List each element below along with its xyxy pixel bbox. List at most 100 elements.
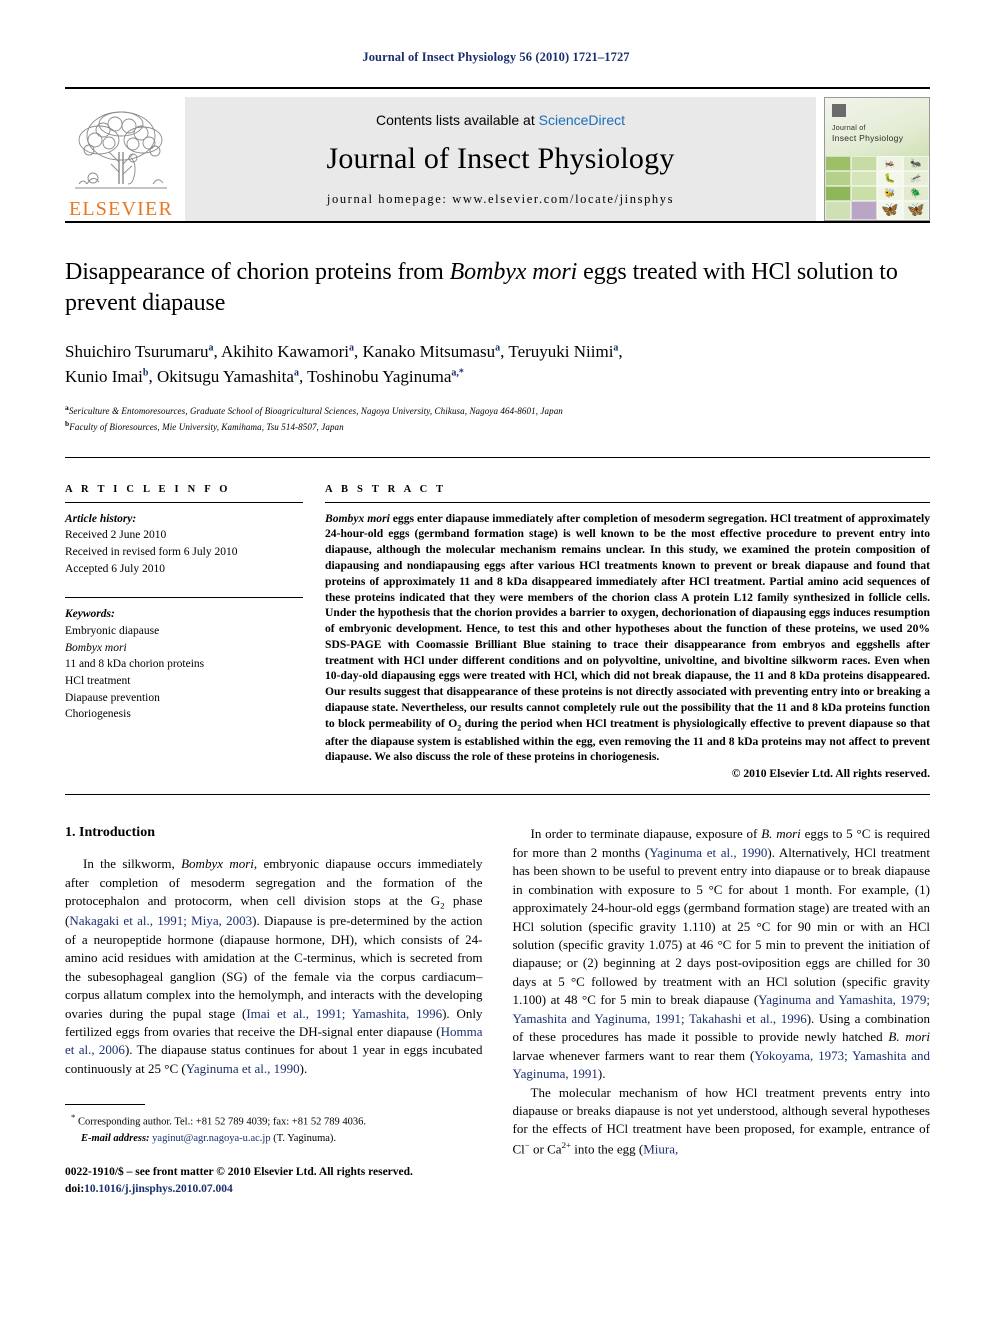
affiliation-a-text: Sericulture & Entomoresources, Graduate … xyxy=(68,405,563,416)
affiliation-b: bFaculty of Bioresources, Mie University… xyxy=(65,418,930,435)
affiliation-a: aSericulture & Entomoresources, Graduate… xyxy=(65,402,930,419)
p3-c: into the egg ( xyxy=(570,1141,644,1157)
abstract-bottom-rule xyxy=(65,794,930,796)
keyword-item: HCl treatment xyxy=(65,675,131,688)
abstract-heading: A B S T R A C T xyxy=(325,483,447,495)
history-item: Received in revised form 6 July 2010 xyxy=(65,546,238,559)
author-3: Kanako Mitsumasu xyxy=(362,342,496,362)
author-1: Shuichiro Tsurumaru xyxy=(65,342,209,362)
author-list: Shuichiro Tsurumarua, Akihito Kawamoria,… xyxy=(65,342,623,387)
author-2-affil: a xyxy=(348,342,354,354)
author-3-affil: a xyxy=(495,342,501,354)
article-info-rule xyxy=(65,501,303,503)
citation-link[interactable]: Nakagaki et al., 1991; Miya, 2003 xyxy=(69,913,252,928)
article-page: Journal of Insect Physiology 56 (2010) 1… xyxy=(0,0,992,1323)
journal-masthead: ELSEVIER Contents lists available at Sci… xyxy=(65,87,930,221)
keyword-item: 11 and 8 kDa chorion proteins xyxy=(65,658,205,671)
intro-paragraph-2: In order to terminate diapause, exposure… xyxy=(513,825,931,1083)
info-abstract-region: A R T I C L E I N F O Article history: R… xyxy=(65,483,930,781)
masthead-bottom-rule xyxy=(65,221,930,223)
affiliation-b-text: Faculty of Bioresources, Mie University,… xyxy=(69,422,344,433)
citation-link[interactable]: Yaginuma et al., 1990 xyxy=(186,1061,300,1076)
corresponding-author-text: Corresponding author. Tel.: +81 52 789 4… xyxy=(78,1116,366,1128)
journal-title: Journal of Insect Physiology xyxy=(326,141,675,175)
issn-copyright-block: 0022-1910/$ – see front matter © 2010 El… xyxy=(65,1164,483,1197)
author-7-affil: a,* xyxy=(451,367,464,379)
email-label: E-mail address: xyxy=(81,1132,150,1144)
author-5: Kunio Imai xyxy=(65,367,143,387)
email-link[interactable]: yaginut@agr.nagoya-u.ac.jp xyxy=(152,1133,270,1144)
abstract-column: A B S T R A C T Bombyx mori eggs enter d… xyxy=(325,483,930,781)
journal-homepage[interactable]: journal homepage: www.elsevier.com/locat… xyxy=(327,192,674,207)
author-5-affil: b xyxy=(142,367,149,379)
citation-link[interactable]: Yaginuma et al., 1990 xyxy=(649,845,767,860)
elsevier-tree-icon xyxy=(75,111,167,189)
p1-d: ). Diapause is pre-determined by the act… xyxy=(65,913,483,1021)
abstract-rule xyxy=(325,501,930,503)
issn-text: 0022-1910/$ – see front matter © 2010 El… xyxy=(65,1166,413,1179)
section-heading-introduction: 1. Introduction xyxy=(65,825,155,841)
doi-line: doi:10.1016/j.jinsphys.2010.07.004 xyxy=(65,1181,483,1198)
author-2: Akihito Kawamori xyxy=(221,342,349,362)
corresponding-author-footnote: * Corresponding author. Tel.: +81 52 789… xyxy=(65,1104,483,1146)
author-6: Okitsugu Yamashita xyxy=(156,367,294,387)
body-columns: 1. Introduction In the silkworm, Bombyx … xyxy=(65,825,930,1197)
cover-image-grid: 🦗 🐜 🐛 🦟 🐝 🪲 🦋 🦋 xyxy=(825,156,929,220)
p2-a: In order to terminate diapause, exposure… xyxy=(530,826,762,842)
email-suffix: (T. Yaginuma). xyxy=(270,1132,337,1144)
doi-label: doi: xyxy=(65,1183,85,1196)
p2-species-2: B. mori xyxy=(888,1029,930,1045)
sciencedirect-link[interactable]: ScienceDirect xyxy=(539,112,625,128)
keywords-block: Keywords: Embryonic diapause Bombyx mori… xyxy=(65,597,303,723)
contents-available-line: Contents lists available at ScienceDirec… xyxy=(376,112,625,128)
page-title: Disappearance of chorion proteins from B… xyxy=(65,257,930,318)
footnote-body: * Corresponding author. Tel.: +81 52 789… xyxy=(65,1111,483,1146)
p2-e: larvae whenever farmers want to rear the… xyxy=(512,1047,755,1063)
p3-b: or Ca xyxy=(529,1141,562,1157)
history-item: Accepted 6 July 2010 xyxy=(65,562,165,575)
body-column-left: 1. Introduction In the silkworm, Bombyx … xyxy=(65,825,483,1197)
article-history-label: Article history: xyxy=(65,512,137,525)
cover-title: Journal of Insect Physiology xyxy=(832,124,903,145)
abstract-body-part-1: eggs enter diapause immediately after co… xyxy=(325,511,930,730)
author-4: Teruyuki Niimi xyxy=(508,342,614,362)
footnote-rule xyxy=(65,1104,145,1106)
article-history: Article history: Received 2 June 2010 Re… xyxy=(65,511,303,578)
elsevier-wordmark: ELSEVIER xyxy=(68,198,174,220)
history-item: Received 2 June 2010 xyxy=(65,529,167,542)
intro-paragraph-1: In the silkworm, Bombyx mori, embryonic … xyxy=(65,855,483,1078)
keyword-item: Diapause prevention xyxy=(65,691,160,704)
doi-link[interactable]: 10.1016/j.jinsphys.2010.07.004 xyxy=(84,1183,233,1195)
keywords-label: Keywords: xyxy=(65,608,115,621)
cover-line-1: Journal of xyxy=(832,125,866,132)
running-head: Journal of Insect Physiology 56 (2010) 1… xyxy=(362,50,630,64)
body-column-right: In order to terminate diapause, exposure… xyxy=(513,825,931,1197)
p2-f: ). xyxy=(597,1066,606,1082)
author-6-affil: a xyxy=(293,367,299,379)
p1-a: In the silkworm, xyxy=(83,856,182,872)
author-4-affil: a xyxy=(613,342,619,354)
title-part-1: Disappearance of chorion proteins from xyxy=(65,259,450,285)
abstract-copyright: © 2010 Elsevier Ltd. All rights reserved… xyxy=(731,767,930,781)
elsevier-logo: ELSEVIER xyxy=(65,97,177,221)
footnote-mark: * xyxy=(71,1112,76,1123)
title-bottom-rule xyxy=(65,456,930,458)
citation-link[interactable]: Miura, xyxy=(643,1141,678,1156)
cover-publisher-mark-icon xyxy=(832,104,846,117)
article-info-column: A R T I C L E I N F O Article history: R… xyxy=(65,484,325,781)
journal-cover-thumbnail[interactable]: Journal of Insect Physiology 🦗 🐜 🐛 🦟 🐝 🪲 🦋 🦋 xyxy=(824,97,930,221)
cover-line-2: Insect Physiology xyxy=(832,133,904,144)
contents-prefix: Contents lists available at xyxy=(375,111,539,128)
keyword-item: Embryonic diapause xyxy=(65,625,160,638)
p1-species: Bombyx mori xyxy=(181,856,254,872)
p2-c: ). Alternatively, HCl treatment has been… xyxy=(512,844,931,1008)
keyword-item: Bombyx mori xyxy=(65,641,127,654)
abstract-text: Bombyx mori eggs enter diapause immediat… xyxy=(325,511,930,766)
p3-sup-calcium: 2+ xyxy=(561,1139,571,1150)
article-info-heading: A R T I C L E I N F O xyxy=(65,483,231,495)
intro-paragraph-3: The molecular mechanism of how HCl treat… xyxy=(513,1084,931,1159)
citation-link[interactable]: Imai et al., 1991; Yamashita, 1996 xyxy=(246,1006,442,1021)
keyword-item: Choriogenesis xyxy=(65,708,131,721)
p1-g: ). xyxy=(299,1060,308,1076)
masthead-center: Contents lists available at ScienceDirec… xyxy=(185,97,816,221)
